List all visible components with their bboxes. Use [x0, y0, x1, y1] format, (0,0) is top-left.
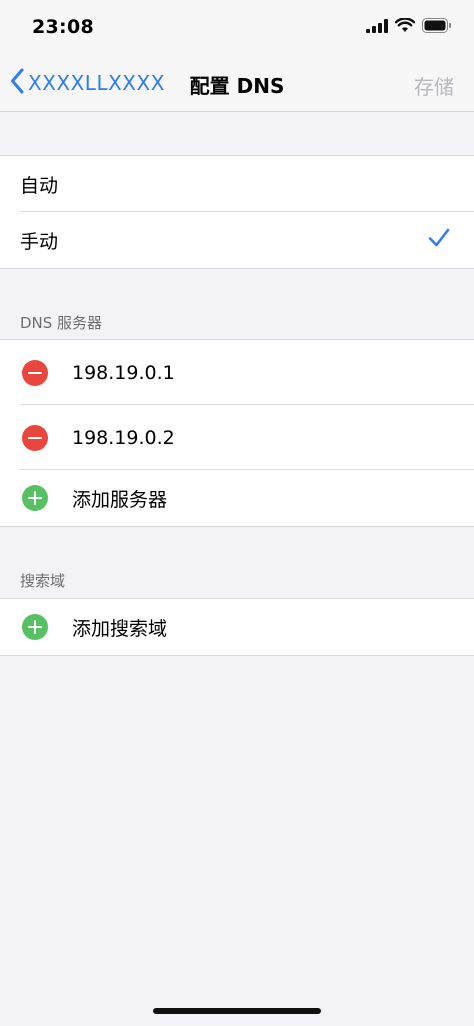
add-search-domain-label: 添加搜索域 [72, 617, 168, 640]
add-search-domain-row[interactable]: 添加搜索域 [0, 599, 474, 655]
dns-mode-group: 自动 手动 [0, 155, 474, 269]
mode-option-manual[interactable]: 手动 [0, 212, 474, 268]
dns-server-row[interactable]: 198.19.0.1 [0, 340, 474, 405]
status-bar: 23:08 [0, 0, 474, 52]
mode-option-automatic[interactable]: 自动 [0, 156, 474, 212]
search-domains-group: 添加搜索域 [0, 598, 474, 656]
search-domains-header: 搜索域 [20, 572, 66, 590]
status-time: 23:08 [32, 16, 94, 38]
navigation-bar: XXXXLLXXXX 配置 DNS 存储 [0, 52, 474, 112]
checkmark-icon [428, 228, 450, 253]
dns-server-address: 198.19.0.2 [72, 426, 175, 449]
page-title: 配置 DNS [0, 70, 474, 99]
dns-server-row[interactable]: 198.19.0.2 [0, 405, 474, 470]
page-title-text: 配置 DNS [189, 74, 285, 98]
status-icons [366, 17, 452, 37]
cellular-signal-icon [366, 18, 388, 37]
add-icon[interactable] [22, 485, 48, 511]
remove-icon[interactable] [22, 359, 48, 386]
wifi-icon [394, 17, 416, 37]
add-icon[interactable] [22, 614, 48, 640]
mode-option-label: 自动 [20, 174, 59, 197]
remove-icon[interactable] [22, 424, 48, 451]
add-server-label: 添加服务器 [72, 488, 168, 511]
dns-server-address: 198.19.0.1 [72, 361, 175, 384]
home-indicator[interactable] [153, 1008, 321, 1014]
dns-servers-header: DNS 服务器 [20, 314, 103, 332]
mode-option-label: 手动 [20, 230, 59, 253]
dns-servers-group: 198.19.0.1 198.19.0.2 添加服务器 [0, 339, 474, 527]
add-server-row[interactable]: 添加服务器 [0, 470, 474, 526]
battery-icon [422, 18, 452, 37]
save-button[interactable]: 存储 [414, 71, 454, 100]
